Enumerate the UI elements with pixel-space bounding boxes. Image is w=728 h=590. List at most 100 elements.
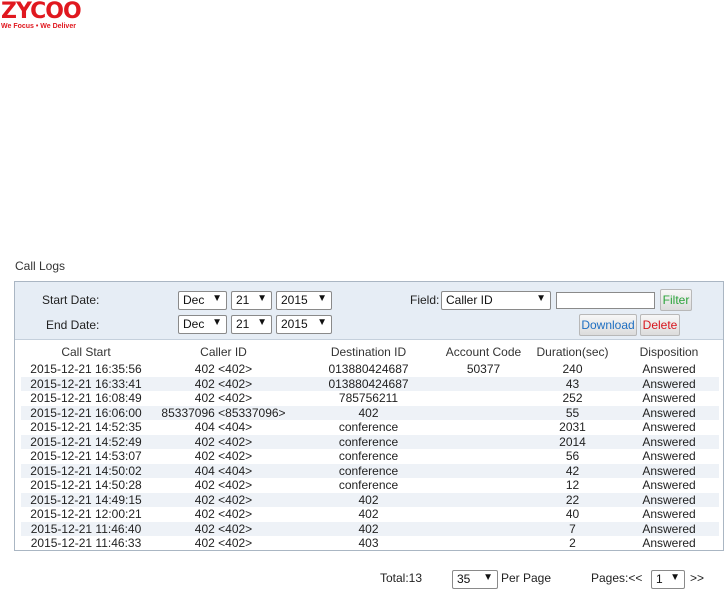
end-month-select[interactable]: Dec ▼ <box>178 315 227 334</box>
col-caller-id[interactable]: Caller ID <box>151 342 296 362</box>
end-day-value: 21 <box>236 317 250 331</box>
cell-duration: 2014 <box>526 434 619 449</box>
start-month-value: Dec <box>183 293 205 307</box>
cell-call-start: 2015-12-21 11:46:40 <box>21 521 151 536</box>
cell-call-start: 2015-12-21 11:46:33 <box>30 536 142 551</box>
cell-disposition: Answered <box>642 362 696 377</box>
cell-call-start: 2015-12-21 16:33:41 <box>21 376 151 391</box>
cell-duration: 240 <box>562 362 583 377</box>
start-year-select[interactable]: 2015 ▼ <box>276 291 332 310</box>
cell-destination-id: 785756211 <box>338 391 399 406</box>
filter-box: Start Date: End Date: Dec ▼ 21 ▼ 2015 ▼ Dec… <box>15 282 723 340</box>
cell-disposition: Answered <box>642 391 696 406</box>
chevron-down-icon: ▼ <box>483 572 493 583</box>
chevron-down-icon: ▼ <box>257 317 267 328</box>
cell-call-start: 2015-12-21 14:52:49 <box>21 434 151 449</box>
col-call-start[interactable]: Call Start <box>21 342 151 362</box>
cell-caller-id: 85337096 <85337096> <box>151 405 296 420</box>
cell-caller-id: 402 <402> <box>194 449 253 464</box>
cell-caller-id: 402 <402> <box>194 478 253 493</box>
cell-call-start: 2015-12-21 16:06:00 <box>21 405 151 420</box>
table-row: 2015-12-21 14:49:15 402 <402> 402 22 Answere… <box>21 492 719 507</box>
zycoo-logo: ZYCOO We Focus • We Deliver <box>0 0 92 34</box>
pages-prev-link[interactable]: Pages:<< <box>591 571 642 585</box>
cell-caller-id: 402 <402> <box>151 376 296 391</box>
cell-account-code <box>441 449 526 464</box>
delete-button[interactable]: Delete <box>640 314 680 336</box>
cell-account-code <box>441 420 526 435</box>
chevron-down-icon: ▼ <box>317 317 327 328</box>
cell-destination-id: conference <box>338 420 399 435</box>
cell-caller-id: 402 <402> <box>194 507 253 522</box>
cell-caller-id: 402 <402> <box>194 536 253 551</box>
cell-disposition: Answered <box>642 449 696 464</box>
cell-caller-id: 402 <402> <box>151 434 296 449</box>
table-row: 2015-12-21 16:35:56 402 <402> 013880424687… <box>21 362 719 377</box>
table-row: 2015-12-21 14:52:35 404 <404> conference 20… <box>21 420 719 435</box>
start-date-label: Start Date: <box>42 293 100 307</box>
table-row: 2015-12-21 16:33:41 402 <402> 013880424687… <box>21 376 719 391</box>
per-page-label: Per Page <box>501 571 552 585</box>
table-row: 2015-12-21 11:46:40 402 <402> 402 7 Answered <box>21 521 719 536</box>
cell-duration: 12 <box>565 478 580 493</box>
cell-destination-id: 013880424687 <box>296 376 441 391</box>
cell-duration: 56 <box>565 449 580 464</box>
cell-duration: 22 <box>526 492 619 507</box>
cell-call-start: 2015-12-21 16:35:56 <box>30 362 142 377</box>
cell-duration: 43 <box>526 376 619 391</box>
end-day-select[interactable]: 21 ▼ <box>231 315 272 334</box>
pages-next-link[interactable]: >> <box>690 571 704 585</box>
cell-account-code <box>441 391 526 406</box>
cell-duration: 40 <box>565 507 580 522</box>
table-row: 2015-12-21 14:50:28 402 <402> conference 12… <box>21 478 719 493</box>
cell-destination-id: 013880424687 <box>328 362 409 377</box>
field-label: Field: <box>410 293 440 307</box>
cell-duration: 2031 <box>559 420 586 435</box>
table-row: 2015-12-21 14:50:02 404 <404> conference 42… <box>21 463 719 478</box>
cell-destination-id: conference <box>296 463 441 478</box>
col-disposition[interactable]: Disposition <box>619 342 719 362</box>
table-row: 2015-12-21 16:08:49 402 <402> 785756211 252… <box>21 391 719 406</box>
cell-disposition: Answered <box>619 521 719 536</box>
cell-disposition: Answered <box>619 405 719 420</box>
field-select[interactable]: Caller ID ▼ <box>441 291 551 310</box>
cell-caller-id: 402 <402> <box>194 391 253 406</box>
cell-call-start: 2015-12-21 14:52:35 <box>30 420 142 435</box>
page-select[interactable]: 1 ▼ <box>651 570 685 589</box>
start-month-select[interactable]: Dec ▼ <box>178 291 227 310</box>
page-title: Call Logs <box>15 259 66 273</box>
cell-account-code <box>441 536 526 551</box>
cell-account-code <box>441 507 526 522</box>
filter-button[interactable]: Filter <box>660 289 692 311</box>
col-destination-id[interactable]: Destination ID <box>296 342 441 362</box>
cell-account-code <box>441 478 526 493</box>
table-header-row: Call Start Caller ID Destination ID Acco… <box>21 342 719 362</box>
start-day-value: 21 <box>236 293 250 307</box>
cell-disposition: Answered <box>619 376 719 391</box>
cell-call-start: 2015-12-21 14:50:02 <box>21 463 151 478</box>
table-body: 2015-12-21 16:35:56 402 <402> 013880424687… <box>21 362 719 551</box>
table-row: 2015-12-21 14:52:49 402 <402> conference 20… <box>21 434 719 449</box>
cell-call-start: 2015-12-21 16:08:49 <box>30 391 142 406</box>
col-duration[interactable]: Duration(sec) <box>526 342 619 362</box>
start-day-select[interactable]: 21 ▼ <box>231 291 272 310</box>
cell-caller-id: 404 <404> <box>194 420 253 435</box>
col-account-code[interactable]: Account Code <box>441 342 526 362</box>
download-button[interactable]: Download <box>579 314 637 336</box>
table-row: 2015-12-21 11:46:33 402 <402> 403 2 Answered <box>21 536 719 551</box>
cell-disposition: Answered <box>642 478 696 493</box>
logo-wordmark: ZYCOO <box>1 0 82 24</box>
cell-duration: 42 <box>526 463 619 478</box>
cell-caller-id: 402 <402> <box>151 521 296 536</box>
cell-account-code <box>441 492 526 507</box>
end-year-select[interactable]: 2015 ▼ <box>276 315 332 334</box>
per-page-select[interactable]: 35 ▼ <box>452 570 498 589</box>
end-date-label: End Date: <box>46 318 100 332</box>
cell-account-code <box>441 376 526 391</box>
cell-destination-id: 402 <box>296 405 441 420</box>
table-row: 2015-12-21 14:53:07 402 <402> conference 56… <box>21 449 719 464</box>
cell-destination-id: 402 <box>296 492 441 507</box>
filter-text-input[interactable] <box>556 292 655 309</box>
cell-call-start: 2015-12-21 14:53:07 <box>30 449 142 464</box>
cell-caller-id: 402 <402> <box>194 362 253 377</box>
